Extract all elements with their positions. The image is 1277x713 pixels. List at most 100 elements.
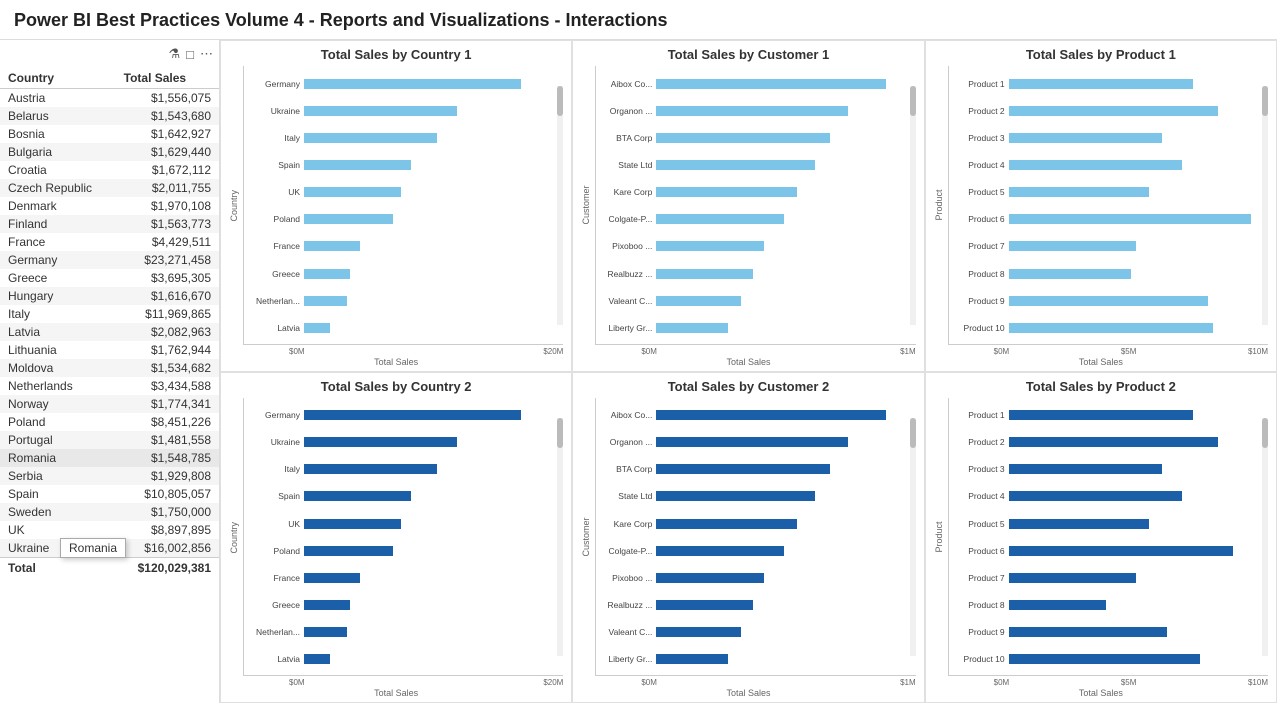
table-row[interactable]: Moldova$1,534,682 bbox=[0, 359, 219, 377]
table-row[interactable]: Lithuania$1,762,944 bbox=[0, 341, 219, 359]
scrollbar-thumb[interactable] bbox=[1262, 86, 1268, 116]
bar-row: Realbuzz ... bbox=[600, 267, 911, 281]
bar-row: Germany bbox=[248, 408, 559, 422]
table-row[interactable]: Poland$8,451,226 bbox=[0, 413, 219, 431]
table-row[interactable]: Bosnia$1,642,927 bbox=[0, 125, 219, 143]
bar-fill bbox=[304, 79, 521, 89]
scrollbar-track[interactable] bbox=[910, 86, 916, 325]
bar-fill bbox=[656, 410, 886, 420]
bar-fill bbox=[1009, 296, 1208, 306]
col-header-sales[interactable]: Total Sales bbox=[116, 68, 219, 89]
table-row[interactable]: Sweden$1,750,000 bbox=[0, 503, 219, 521]
table-row[interactable]: Italy$11,969,865 bbox=[0, 305, 219, 323]
bar-row: Greece bbox=[248, 267, 559, 281]
scrollbar-thumb[interactable] bbox=[557, 86, 563, 116]
bar-track bbox=[656, 410, 911, 420]
scrollbar-track[interactable] bbox=[557, 418, 563, 657]
table-row[interactable]: UK$8,897,895 bbox=[0, 521, 219, 539]
table-row[interactable]: Finland$1,563,773 bbox=[0, 215, 219, 233]
bar-row: Product 8 bbox=[953, 267, 1264, 281]
x-axis-label: Total Sales bbox=[934, 688, 1268, 698]
bar-row: Poland bbox=[248, 544, 559, 558]
table-row[interactable]: Czech Republic$2,011,755 bbox=[0, 179, 219, 197]
country-cell: Netherlands bbox=[0, 377, 116, 395]
table-row[interactable]: Belarus$1,543,680 bbox=[0, 107, 219, 125]
scrollbar-track[interactable] bbox=[1262, 86, 1268, 325]
bar-track bbox=[656, 133, 911, 143]
table-row[interactable]: Hungary$1,616,670 bbox=[0, 287, 219, 305]
bar-fill bbox=[304, 187, 401, 197]
bar-row: Product 10 bbox=[953, 652, 1264, 666]
table-row[interactable]: Spain$10,805,057 bbox=[0, 485, 219, 503]
bar-track bbox=[1009, 133, 1264, 143]
expand-icon[interactable]: □ bbox=[186, 47, 194, 62]
table-row[interactable]: Latvia$2,082,963 bbox=[0, 323, 219, 341]
bar-track bbox=[1009, 323, 1264, 333]
bar-label: Spain bbox=[248, 491, 304, 501]
table-row[interactable]: Croatia$1,672,112 bbox=[0, 161, 219, 179]
table-row[interactable]: Romania$1,548,785 bbox=[0, 449, 219, 467]
bar-row: State Ltd bbox=[600, 489, 911, 503]
sales-cell: $1,616,670 bbox=[116, 287, 219, 305]
chart-title: Total Sales by Product 1 bbox=[934, 47, 1268, 62]
bar-label: UK bbox=[248, 187, 304, 197]
x-axis-ticks: $0M$20M bbox=[229, 678, 563, 687]
bar-fill bbox=[304, 410, 521, 420]
x-tick: $20M bbox=[543, 347, 563, 356]
table-row[interactable]: France$4,429,511 bbox=[0, 233, 219, 251]
scrollbar-thumb[interactable] bbox=[910, 86, 916, 116]
bar-label: BTA Corp bbox=[600, 133, 656, 143]
bar-track bbox=[1009, 546, 1264, 556]
bar-row: Product 10 bbox=[953, 321, 1264, 335]
country-sales-table: Country Total Sales Austria$1,556,075Bel… bbox=[0, 68, 219, 577]
bar-track bbox=[656, 491, 911, 501]
table-row[interactable]: Netherlands$3,434,588 bbox=[0, 377, 219, 395]
bar-fill bbox=[1009, 323, 1213, 333]
bar-row: Kare Corp bbox=[600, 185, 911, 199]
country-cell: Belarus bbox=[0, 107, 116, 125]
scrollbar-track[interactable] bbox=[557, 86, 563, 325]
table-row[interactable]: Austria$1,556,075 bbox=[0, 89, 219, 108]
bar-row: Germany bbox=[248, 77, 559, 91]
x-axis-ticks: $0M$1M bbox=[581, 678, 915, 687]
bar-chart-inner: GermanyUkraineItalySpainUKPolandFranceGr… bbox=[243, 398, 563, 677]
x-tick: $20M bbox=[543, 678, 563, 687]
table-row[interactable]: Greece$3,695,305 bbox=[0, 269, 219, 287]
table-toolbar: ⚗ □ ⋯ bbox=[0, 40, 219, 68]
bar-row: Realbuzz ... bbox=[600, 598, 911, 612]
table-row[interactable]: Ukraine$16,002,856 bbox=[0, 539, 219, 558]
table-row[interactable]: Norway$1,774,341 bbox=[0, 395, 219, 413]
bar-fill bbox=[656, 491, 814, 501]
bar-chart-inner: Product 1Product 2Product 3Product 4Prod… bbox=[948, 66, 1268, 345]
bar-track bbox=[656, 464, 911, 474]
bar-label: Product 6 bbox=[953, 546, 1009, 556]
chart-area: ProductProduct 1Product 2Product 3Produc… bbox=[934, 66, 1268, 345]
bar-chart-inner: Product 1Product 2Product 3Product 4Prod… bbox=[948, 398, 1268, 677]
table-row[interactable]: Bulgaria$1,629,440 bbox=[0, 143, 219, 161]
more-options-icon[interactable]: ⋯ bbox=[200, 46, 213, 62]
bar-track bbox=[304, 241, 559, 251]
scrollbar-track[interactable] bbox=[1262, 418, 1268, 657]
bar-track bbox=[304, 519, 559, 529]
sales-cell: $1,543,680 bbox=[116, 107, 219, 125]
table-row[interactable]: Denmark$1,970,108 bbox=[0, 197, 219, 215]
table-row[interactable]: Serbia$1,929,808 bbox=[0, 467, 219, 485]
scrollbar-thumb[interactable] bbox=[1262, 418, 1268, 448]
bar-track bbox=[1009, 187, 1264, 197]
table-row[interactable]: Portugal$1,481,558 bbox=[0, 431, 219, 449]
bar-track bbox=[304, 627, 559, 637]
bar-fill bbox=[656, 106, 847, 116]
scrollbar-track[interactable] bbox=[910, 418, 916, 657]
table-row[interactable]: Germany$23,271,458 bbox=[0, 251, 219, 269]
bar-fill bbox=[304, 627, 347, 637]
bar-fill bbox=[1009, 160, 1183, 170]
bar-fill bbox=[656, 214, 784, 224]
country-cell: Hungary bbox=[0, 287, 116, 305]
bar-fill bbox=[656, 654, 727, 664]
bar-label: Realbuzz ... bbox=[600, 600, 656, 610]
filter-icon[interactable]: ⚗ bbox=[168, 46, 180, 62]
col-header-country[interactable]: Country bbox=[0, 68, 116, 89]
scrollbar-thumb[interactable] bbox=[557, 418, 563, 448]
bar-label: Latvia bbox=[248, 654, 304, 664]
scrollbar-thumb[interactable] bbox=[910, 418, 916, 448]
